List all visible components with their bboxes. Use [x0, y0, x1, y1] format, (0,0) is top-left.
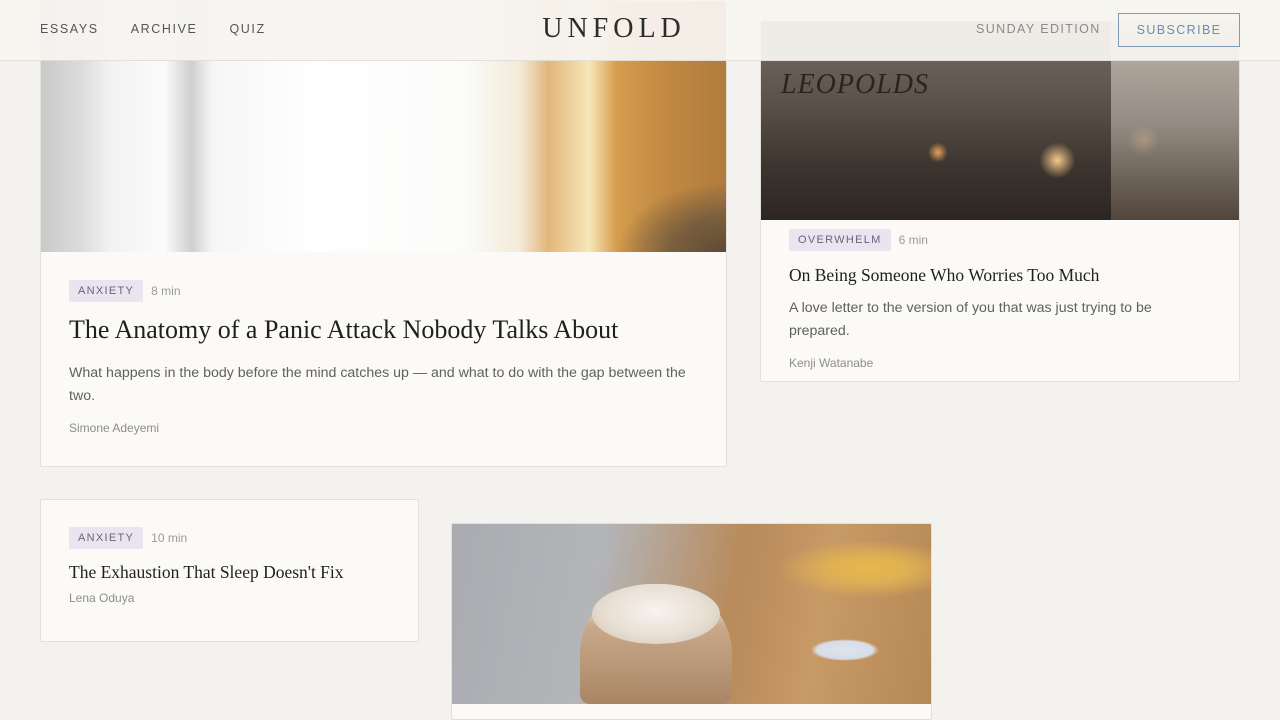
edition-label: SUNDAY EDITION: [976, 22, 1101, 36]
category-tag[interactable]: ANXIETY: [69, 527, 144, 549]
article-title[interactable]: The Exhaustion That Sleep Doesn't Fix: [69, 560, 390, 584]
article-card-panic-attack[interactable]: ANXIETY 8 min The Anatomy of a Panic Att…: [40, 0, 727, 467]
article-meta: ANXIETY 10 min: [69, 527, 390, 549]
article-author[interactable]: Lena Oduya: [69, 591, 390, 605]
read-time: 6 min: [898, 233, 928, 247]
shop-sign: LEOPOLDS: [781, 69, 930, 100]
article-meta: ANXIETY 8 min: [69, 280, 698, 302]
article-image: [452, 524, 931, 704]
read-time: 10 min: [151, 531, 188, 545]
article-card-worries[interactable]: LEOPOLDS OVERWHELM 6 min On Being Someon…: [760, 20, 1240, 382]
category-tag[interactable]: OVERWHELM: [789, 229, 891, 251]
read-time: 8 min: [151, 284, 181, 298]
article-excerpt: What happens in the body before the mind…: [69, 365, 686, 404]
article-card-coffee[interactable]: [451, 523, 932, 720]
site-header: ESSAYS ARCHIVE QUIZ UNFOLD SUNDAY EDITIO…: [0, 0, 1280, 61]
subscribe-button[interactable]: SUBSCRIBE: [1118, 13, 1240, 47]
article-author[interactable]: Kenji Watanabe: [789, 356, 1211, 370]
article-title[interactable]: On Being Someone Who Worries Too Much: [789, 263, 1211, 287]
category-tag[interactable]: ANXIETY: [69, 280, 144, 302]
article-excerpt: A love letter to the version of you that…: [789, 300, 1152, 339]
article-author[interactable]: Simone Adeyemi: [69, 421, 698, 435]
cup-lid: [592, 584, 720, 644]
article-title[interactable]: The Anatomy of a Panic Attack Nobody Tal…: [69, 314, 698, 346]
article-card-exhaustion[interactable]: ANXIETY 10 min The Exhaustion That Sleep…: [40, 499, 419, 642]
article-meta: OVERWHELM 6 min: [789, 229, 1211, 251]
